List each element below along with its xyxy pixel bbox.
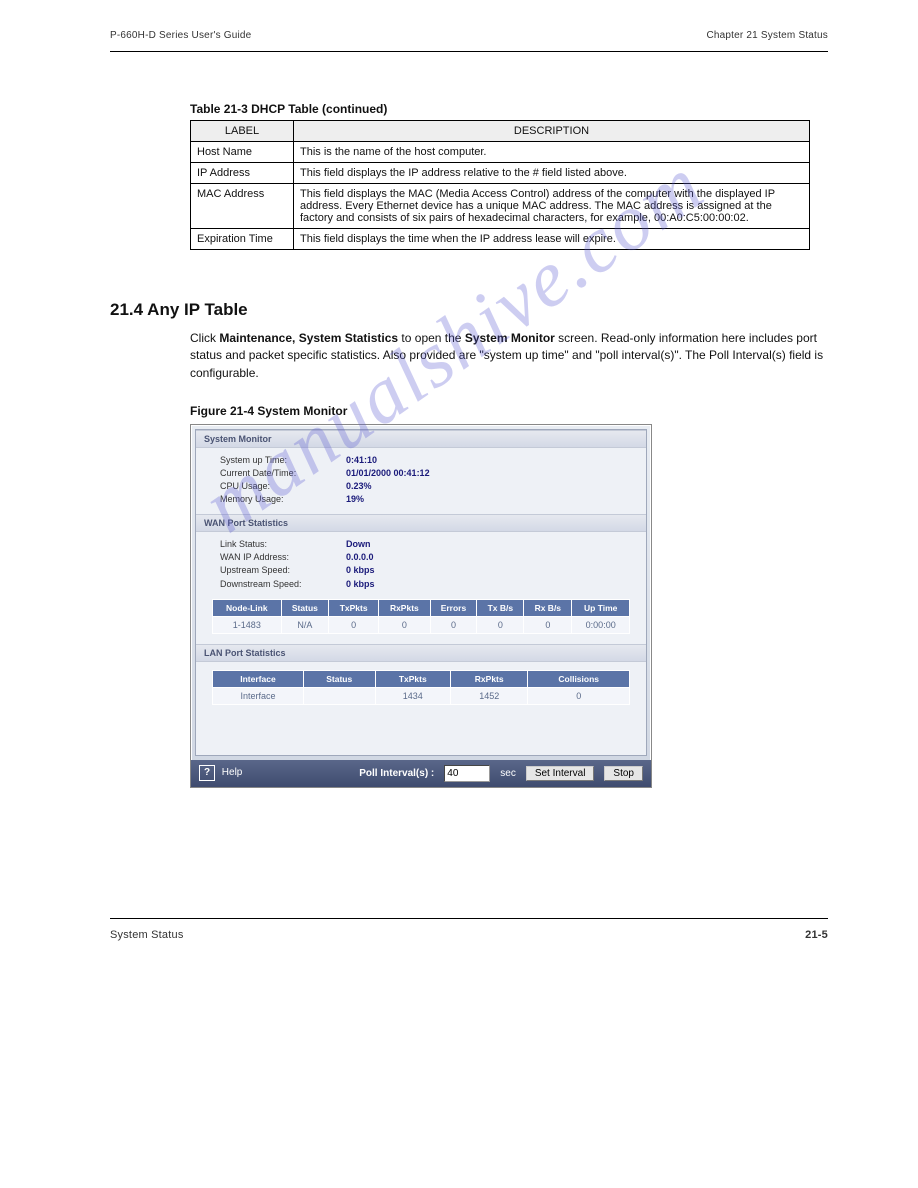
value-mem: 19% — [346, 493, 364, 506]
wan-th: Rx B/s — [524, 599, 572, 616]
value-link-status: Down — [346, 538, 371, 551]
lan-td: 1434 — [375, 687, 450, 704]
wan-td: 0:00:00 — [572, 616, 630, 633]
cell-desc: This field displays the IP address relat… — [294, 163, 810, 184]
wan-td: 0 — [379, 616, 430, 633]
value-datetime: 01/01/2000 00:41:12 — [346, 467, 430, 480]
system-monitor-screenshot: System Monitor System up Time: 0:41:10 Cu… — [190, 424, 652, 787]
help-label: Help — [222, 767, 243, 778]
value-upstream: 0 kbps — [346, 564, 375, 577]
lan-td: 0 — [528, 687, 630, 704]
spec-table: LABEL DESCRIPTION Host Name This is the … — [190, 120, 810, 250]
panel-header-wan: WAN Port Statistics — [196, 514, 646, 532]
panel-header-system-monitor: System Monitor — [196, 430, 646, 448]
wan-td: 0 — [477, 616, 524, 633]
table-caption: Table 21-3 DHCP Table (continued) — [190, 102, 828, 116]
lan-td: Interface — [213, 687, 304, 704]
lan-th: Status — [303, 670, 375, 687]
th-desc: DESCRIPTION — [294, 121, 810, 142]
body-bold: System Monitor — [465, 331, 555, 345]
wan-th: Errors — [430, 599, 477, 616]
cell-label: Expiration Time — [191, 229, 294, 250]
table-row: Host Name This is the name of the host c… — [191, 142, 810, 163]
page-footer: System Status 21-5 — [110, 929, 828, 941]
help-link[interactable]: ? Help — [199, 765, 242, 781]
help-icon: ? — [199, 765, 215, 781]
value-downstream: 0 kbps — [346, 578, 375, 591]
label-downstream: Downstream Speed: — [220, 578, 340, 591]
wan-td: N/A — [281, 616, 328, 633]
cell-label: IP Address — [191, 163, 294, 184]
wan-th: Tx B/s — [477, 599, 524, 616]
poll-interval-input[interactable] — [444, 765, 490, 782]
lan-td — [303, 687, 375, 704]
label-mem: Memory Usage: — [220, 493, 340, 506]
stop-button[interactable]: Stop — [604, 766, 643, 781]
label-sys-uptime: System up Time: — [220, 454, 340, 467]
cell-desc: This field displays the time when the IP… — [294, 229, 810, 250]
label-link-status: Link Status: — [220, 538, 340, 551]
lan-th: TxPkts — [375, 670, 450, 687]
wan-td: 0 — [524, 616, 572, 633]
th-label: LABEL — [191, 121, 294, 142]
wan-th: RxPkts — [379, 599, 430, 616]
footer-left: System Status — [110, 929, 184, 941]
cell-label: Host Name — [191, 142, 294, 163]
wan-td: 0 — [430, 616, 477, 633]
wan-th: Status — [281, 599, 328, 616]
wan-stats-table: Node-Link Status TxPkts RxPkts Errors Tx… — [212, 599, 630, 634]
footer-right: 21-5 — [805, 929, 828, 941]
header-rule — [110, 51, 828, 52]
table-row: IP Address This field displays the IP ad… — [191, 163, 810, 184]
wan-th: TxPkts — [329, 599, 379, 616]
value-wan-ip: 0.0.0.0 — [346, 551, 374, 564]
lan-th: Collisions — [528, 670, 630, 687]
wan-row: 1-1483 N/A 0 0 0 0 0 0:00:00 — [213, 616, 630, 633]
table-row: MAC Address This field displays the MAC … — [191, 184, 810, 229]
lan-th: RxPkts — [451, 670, 528, 687]
label-upstream: Upstream Speed: — [220, 564, 340, 577]
set-interval-button[interactable]: Set Interval — [526, 766, 595, 781]
figure-caption: Figure 21-4 System Monitor — [190, 404, 828, 418]
poll-interval-unit: sec — [500, 768, 516, 779]
table-row: Expiration Time This field displays the … — [191, 229, 810, 250]
body-text: to open the — [401, 331, 464, 345]
wan-td: 0 — [329, 616, 379, 633]
header-left: P-660H-D Series User's Guide — [110, 30, 251, 41]
lan-td: 1452 — [451, 687, 528, 704]
lan-th: Interface — [213, 670, 304, 687]
page-header: P-660H-D Series User's Guide Chapter 21 … — [110, 30, 828, 41]
value-sys-uptime: 0:41:10 — [346, 454, 377, 467]
cell-desc: This field displays the MAC (Media Acces… — [294, 184, 810, 229]
wan-th: Up Time — [572, 599, 630, 616]
panel-header-lan: LAN Port Statistics — [196, 644, 646, 662]
header-right: Chapter 21 System Status — [706, 30, 828, 41]
cell-desc: This is the name of the host computer. — [294, 142, 810, 163]
wan-th: Node-Link — [213, 599, 282, 616]
body-text: Click — [190, 331, 219, 345]
lan-row: Interface 1434 1452 0 — [213, 687, 630, 704]
body-bold: Maintenance, System Statistics — [219, 331, 398, 345]
lan-stats-table: Interface Status TxPkts RxPkts Collision… — [212, 670, 630, 705]
poll-interval-label: Poll Interval(s) : — [359, 768, 434, 779]
wan-td: 1-1483 — [213, 616, 282, 633]
footer-rule — [110, 918, 828, 919]
value-cpu: 0.23% — [346, 480, 372, 493]
section-body: Click Maintenance, System Statistics to … — [190, 330, 828, 382]
section-heading: 21.4 Any IP Table — [110, 300, 828, 320]
label-cpu: CPU Usage: — [220, 480, 340, 493]
cell-label: MAC Address — [191, 184, 294, 229]
label-wan-ip: WAN IP Address: — [220, 551, 340, 564]
label-datetime: Current Date/Time: — [220, 467, 340, 480]
bottom-toolbar: ? Help Poll Interval(s) : sec Set Interv… — [191, 760, 651, 787]
